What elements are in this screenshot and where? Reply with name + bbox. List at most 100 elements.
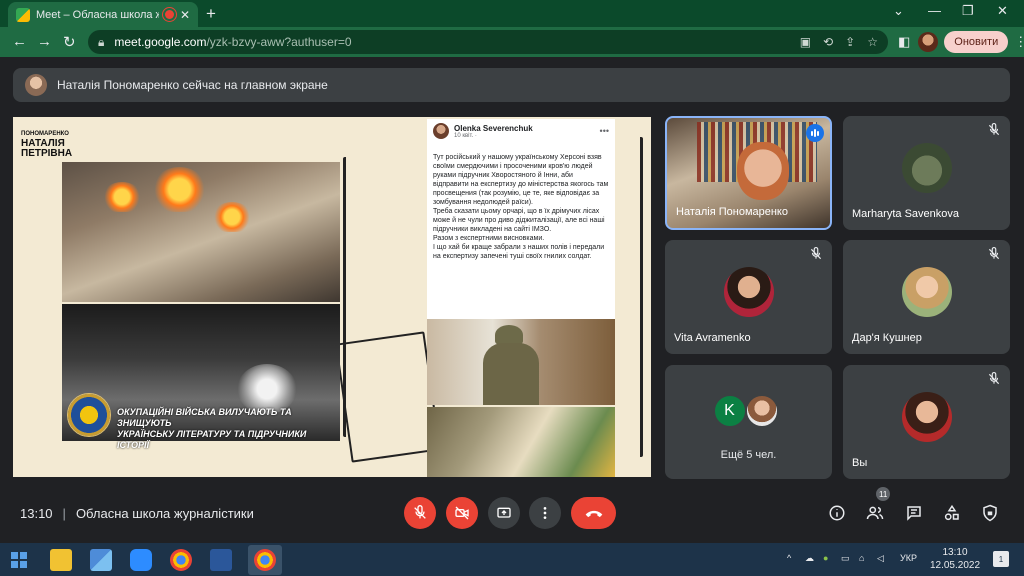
participant-count-badge: 11 — [876, 487, 891, 501]
host-controls-button[interactable] — [979, 502, 1001, 524]
recording-indicator-icon — [164, 10, 174, 19]
camera-toggle-button[interactable] — [446, 497, 478, 529]
browser-tab-strip: Meet – Обласна школа жур ✕ + ⌄ — ❐ ✕ — [0, 0, 1024, 27]
omnibox-actions: ▣ ⟲ ⇪ ☆ — [800, 35, 878, 49]
participant-video — [737, 142, 789, 200]
flame-shape — [152, 167, 207, 212]
participant-tile[interactable]: Marharyta Savenkova — [843, 116, 1010, 230]
menu-icon[interactable]: ⋮ — [1014, 34, 1024, 50]
tray-security-icon[interactable]: ● — [823, 553, 828, 563]
translate-icon[interactable]: ⟲ — [823, 35, 833, 49]
minimize-icon[interactable]: — — [928, 3, 941, 18]
tray-expand-icon[interactable]: ^ — [787, 553, 791, 563]
participant-avatar — [901, 143, 952, 193]
presenter-avatar — [25, 74, 47, 96]
helmet-shape — [495, 325, 523, 345]
chrome-icon[interactable] — [170, 549, 192, 571]
battery-icon[interactable]: ▭ — [841, 553, 850, 564]
participant-avatar — [723, 267, 774, 317]
share-icon[interactable]: ⇪ — [845, 35, 855, 49]
leave-call-button[interactable] — [571, 497, 616, 529]
zoom-icon[interactable] — [130, 549, 152, 571]
tab-close-icon[interactable]: ✕ — [180, 8, 190, 22]
mic-off-icon — [988, 372, 1000, 385]
presenter-banner-text: Наталія Пономаренко сейчас на главном эк… — [57, 78, 328, 92]
volume-icon[interactable]: ◁ — [877, 553, 884, 564]
meeting-info: 13:10 | Обласна школа журналістики — [20, 506, 254, 521]
window-close-icon[interactable]: ✕ — [997, 3, 1008, 19]
flame-shape — [102, 182, 142, 212]
decoration-frame — [335, 331, 441, 463]
participant-name: Marharyta Savenkova — [852, 208, 959, 220]
chrome-icon — [254, 549, 276, 571]
camera-off-icon — [455, 506, 469, 520]
system-clock[interactable]: 13:10 12.05.2022 — [920, 546, 990, 572]
participant-avatar — [901, 392, 952, 442]
address-bar[interactable]: 🔒︎ meet.google.com /yzk-bzvy-aww?authuse… — [88, 30, 888, 54]
self-tile[interactable]: Вы — [843, 365, 1010, 479]
notification-center-icon[interactable]: 1 — [993, 551, 1009, 567]
browser-tab-meet[interactable]: Meet – Обласна школа жур ✕ — [8, 2, 198, 27]
store-icon[interactable] — [90, 549, 112, 571]
people-button[interactable] — [864, 502, 886, 524]
meeting-details-button[interactable] — [826, 502, 848, 524]
post-paragraph: Треба сказати цьому орчарі, що в їх дрім… — [433, 208, 605, 233]
post-date: 10 квіт. · — [454, 132, 477, 139]
participant-name: Вы — [852, 457, 868, 469]
file-explorer-icon[interactable] — [50, 549, 72, 571]
participant-avatar — [901, 267, 952, 317]
presentation-logo: ПОНОМАРЕНКО НАТАЛІЯ ПЕТРІВНА — [21, 129, 72, 159]
burning-books-photo — [62, 162, 340, 302]
clock-time: 13:10 — [942, 547, 968, 558]
restore-icon[interactable]: ❐ — [962, 3, 974, 19]
windows-start-icon[interactable] — [11, 552, 27, 568]
participant-tile[interactable]: Vita Avramenko — [665, 240, 832, 354]
word-icon[interactable] — [210, 549, 232, 571]
more-participants-tile[interactable]: K Ещё 5 чел. — [665, 365, 832, 479]
star-icon[interactable]: ☆ — [867, 35, 878, 49]
mic-off-icon — [810, 247, 822, 260]
url-host: meet.google.com — [114, 35, 207, 49]
present-icon — [497, 507, 511, 518]
chrome-active-window[interactable] — [248, 545, 282, 575]
mic-toggle-button[interactable] — [404, 497, 436, 529]
sidebar-icon[interactable]: ◧ — [898, 34, 910, 50]
browser-toolbar: ← → ↻ 🔒︎ meet.google.com /yzk-bzvy-aww?a… — [0, 27, 1024, 57]
post-header: Olenka Severenchuk 10 квіт. · ••• — [433, 123, 609, 139]
activities-button[interactable] — [941, 502, 963, 524]
update-button[interactable]: Оновити — [944, 31, 1009, 53]
people-icon — [866, 506, 884, 520]
caption-line-1: Окупаційні війська вилучають та знищують — [117, 407, 292, 428]
participant-name: Vita Avramenko — [674, 332, 751, 344]
more-participants-label: Ещё 5 чел. — [720, 449, 777, 461]
mic-off-icon — [414, 505, 426, 519]
tab-search-icon[interactable]: ⌄ — [893, 3, 904, 19]
post-author-avatar — [433, 123, 449, 139]
participant-name: Наталія Пономаренко — [676, 206, 788, 218]
new-tab-icon[interactable]: + — [206, 4, 216, 24]
more-options-button[interactable] — [529, 497, 561, 529]
meeting-controls-bar: 13:10 | Обласна школа журналістики 11 — [0, 487, 1024, 542]
post-more-icon: ••• — [599, 126, 609, 136]
clock-date: 12.05.2022 — [929, 560, 981, 571]
info-icon — [829, 505, 845, 521]
chat-button[interactable] — [903, 502, 925, 524]
back-icon[interactable]: ← — [12, 33, 27, 50]
forward-icon[interactable]: → — [37, 33, 52, 50]
slide-caption: Окупаційні війська вилучають та знищують… — [62, 407, 340, 451]
language-indicator[interactable]: УКР — [900, 553, 917, 563]
present-button[interactable] — [488, 497, 520, 529]
network-icon[interactable]: ⌂ — [859, 553, 864, 563]
participant-name: Дар'я Кушнер — [852, 332, 922, 344]
presentation-stage[interactable]: ПОНОМАРЕНКО НАТАЛІЯ ПЕТРІВНА Окупаційні … — [13, 117, 651, 477]
camera-icon[interactable]: ▣ — [800, 35, 811, 49]
participant-tile[interactable]: Наталія Пономаренко — [665, 116, 832, 230]
more-vert-icon — [543, 507, 547, 519]
reload-icon[interactable]: ↻ — [63, 33, 76, 51]
participant-tile[interactable]: Дар'я Кушнер — [843, 240, 1010, 354]
profile-avatar[interactable] — [918, 32, 939, 52]
lock-icon: 🔒︎ — [98, 34, 105, 49]
speaking-indicator-icon — [806, 124, 824, 142]
tray-app-icon[interactable]: ☁ — [805, 553, 814, 564]
flame-shape — [212, 202, 252, 232]
